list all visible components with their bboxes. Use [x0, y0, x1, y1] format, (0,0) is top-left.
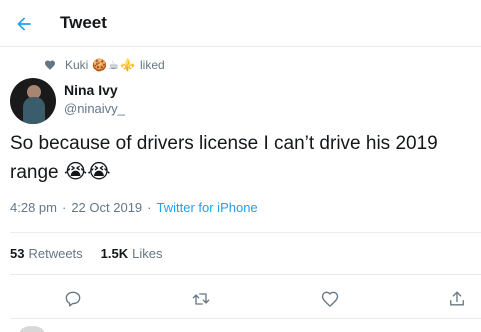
liker-emoji-2: ☕: [108, 58, 120, 72]
tweet-header: Tweet: [0, 0, 481, 47]
reply-button[interactable]: [60, 286, 86, 312]
tweet-time: 4:28 pm: [10, 200, 57, 215]
tweet-date[interactable]: 22 Oct 2019: [71, 200, 142, 215]
meta-separator-2: ·: [147, 200, 152, 215]
tweet-stats: 53 Retweets 1.5K Likes: [10, 246, 163, 261]
retweet-icon: [192, 293, 210, 305]
reply-icon: [65, 291, 81, 307]
likes-label: Likes: [132, 246, 163, 261]
share-icon: [450, 291, 464, 306]
tweet-actions: [0, 280, 481, 316]
author-display-name[interactable]: Nina Ivy: [64, 82, 118, 98]
avatar[interactable]: [10, 78, 56, 124]
tweet-source-link[interactable]: Twitter for iPhone: [157, 200, 258, 215]
arrow-left-icon: [17, 17, 31, 31]
retweet-button[interactable]: [188, 286, 214, 312]
divider: [10, 318, 481, 319]
liker-name[interactable]: Kuki: [65, 58, 88, 72]
liker-emoji-3: ⚜️: [120, 58, 136, 72]
liker-emoji-1: 🍪: [92, 58, 108, 72]
tweet-meta: 4:28 pm · 22 Oct 2019 · Twitter for iPho…: [10, 200, 258, 215]
like-button[interactable]: [317, 286, 343, 312]
social-context-verb: liked: [140, 58, 165, 72]
author-handle: @ninaivy_: [64, 101, 125, 116]
social-context: Kuki 🍪 ☕ ⚜️ liked: [44, 56, 165, 74]
page-title: Tweet: [60, 13, 107, 32]
divider: [10, 274, 481, 275]
retweets-label: Retweets: [28, 246, 83, 261]
divider: [10, 232, 481, 233]
likes-stat[interactable]: 1.5K Likes: [101, 246, 163, 261]
tweet-emojis: 😭😭: [63, 161, 111, 183]
likes-count: 1.5K: [100, 246, 129, 261]
retweets-count: 53: [10, 246, 25, 261]
next-tweet-avatar[interactable]: [20, 326, 44, 332]
heart-outline-icon: [321, 291, 339, 307]
tweet-text: So because of drivers license I can’t dr…: [10, 130, 472, 187]
meta-separator-1: ·: [61, 200, 67, 215]
share-button[interactable]: [444, 286, 470, 312]
back-button[interactable]: [10, 10, 38, 38]
retweets-stat[interactable]: 53 Retweets: [10, 246, 83, 261]
heart-icon: [44, 59, 56, 71]
tweet-author: Nina Ivy @ninaivy_: [10, 78, 470, 126]
